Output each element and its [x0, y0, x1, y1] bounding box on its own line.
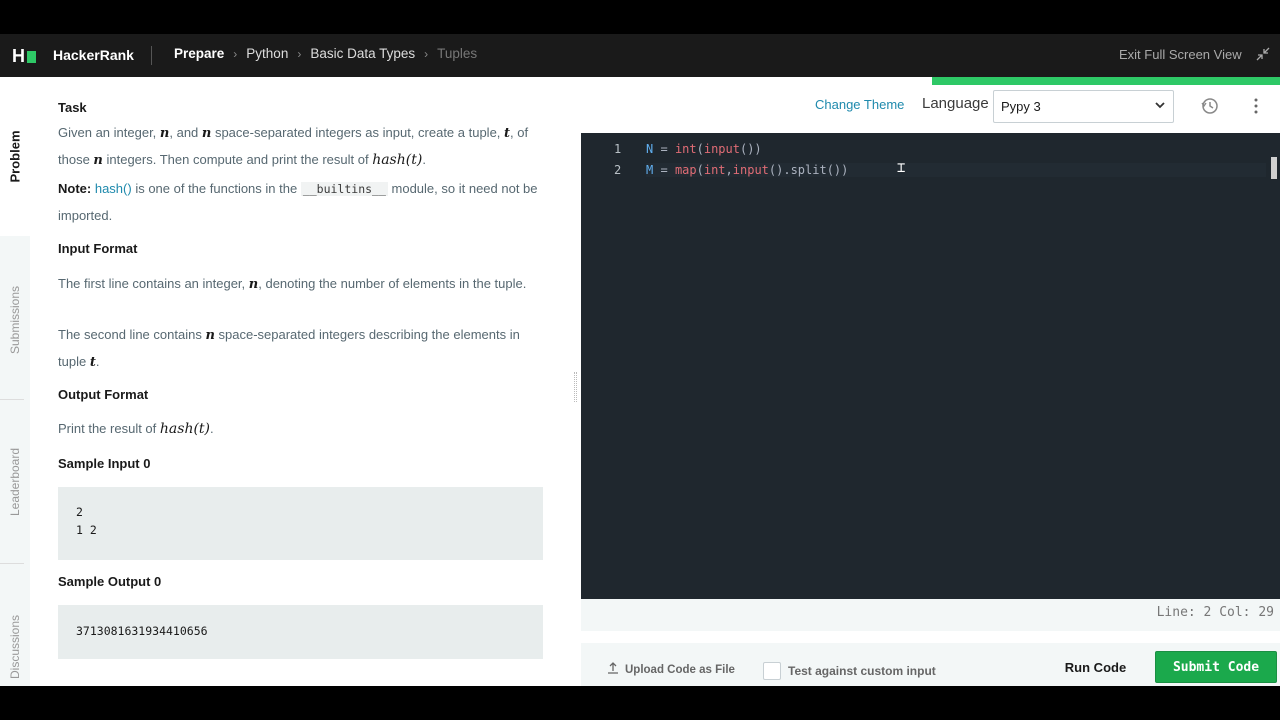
chevron-down-icon [1155, 101, 1165, 112]
task-text: integers. Then compute and print the res… [102, 151, 373, 167]
language-label: Language [922, 95, 989, 112]
change-theme-link[interactable]: Change Theme [815, 97, 904, 112]
top-nav-bar: H HackerRank Prepare › Python › Basic Da… [0, 34, 1280, 77]
sample-output-line: 3713081631934410656 [76, 624, 208, 638]
breadcrumb-current: Tuples [437, 46, 478, 61]
math-var: n [159, 126, 170, 141]
rail-divider [0, 563, 24, 564]
upload-label: Upload Code as File [625, 663, 735, 676]
input-text: , denoting the number of elements in the… [258, 276, 527, 291]
logo-green-block [27, 50, 36, 63]
input-text: The first line contains an integer, [58, 276, 249, 291]
line-number: 1 [614, 142, 622, 156]
upload-icon [607, 662, 619, 677]
note-label: Note: [58, 181, 92, 196]
text-cursor-icon: ⌶ [897, 160, 906, 176]
output-text: Print the result of [58, 421, 160, 436]
tab-discussions-label: Discussions [8, 614, 22, 680]
chevron-right-icon: › [297, 46, 302, 61]
drag-dots-icon [574, 372, 577, 402]
tab-discussions[interactable]: Discussions [0, 587, 30, 686]
math-var: n [201, 126, 212, 141]
math-var: n [248, 277, 259, 292]
custom-input-checkbox[interactable] [763, 662, 781, 680]
note-paragraph: Note: hash() is one of the functions in … [58, 176, 543, 228]
sample-output-heading: Sample Output 0 [58, 574, 162, 589]
tab-leaderboard-label: Leaderboard [8, 447, 22, 517]
tab-problem-label: Problem [7, 130, 23, 183]
more-vertical-icon[interactable] [1250, 96, 1262, 116]
collapse-icon[interactable] [1256, 46, 1270, 62]
panel-resize-handle[interactable] [570, 77, 581, 686]
tab-problem[interactable]: Problem [0, 77, 30, 236]
sample-input-heading: Sample Input 0 [58, 456, 151, 471]
upload-code-button[interactable]: Upload Code as File [607, 662, 735, 677]
editor-status-bar: Line: 2 Col: 29 [581, 599, 1280, 631]
task-text: Given an integer, [58, 125, 160, 140]
task-text: . [422, 151, 426, 167]
problem-statement-panel: Task Given an integer, n, and n space-se… [30, 77, 581, 686]
brand-name[interactable]: HackerRank [53, 47, 134, 63]
output-text: . [210, 421, 214, 436]
input-format-heading: Input Format [58, 241, 138, 256]
sample-input-line: 1 2 [76, 523, 97, 537]
tab-leaderboard[interactable]: Leaderboard [0, 422, 30, 542]
breadcrumb: Prepare › Python › Basic Data Types › Tu… [174, 46, 477, 61]
hash-link[interactable]: hash() [95, 181, 132, 196]
output-format-text: Print the result of hash(t). [58, 416, 543, 443]
chevron-right-icon: › [424, 46, 429, 61]
breadcrumb-prepare[interactable]: Prepare [174, 46, 224, 61]
breadcrumb-basic-data-types[interactable]: Basic Data Types [310, 46, 415, 61]
input-text: . [95, 353, 100, 369]
progress-bar [932, 77, 1280, 85]
logo-letter: H [12, 46, 25, 66]
hackerrank-logo[interactable]: H [12, 46, 36, 67]
cursor-position: Line: 2 Col: 29 [1156, 605, 1274, 620]
inline-code: __builtins__ [300, 182, 388, 196]
run-code-button[interactable]: Run Code [1051, 651, 1140, 683]
editor-scrollbar[interactable] [1271, 157, 1277, 179]
sample-input-line: 2 [76, 505, 83, 519]
tab-submissions-label: Submissions [8, 285, 22, 355]
sample-input-box: 2 1 2 [58, 487, 543, 560]
output-format-heading: Output Format [58, 387, 149, 402]
task-heading: Task [58, 100, 87, 115]
math-var: n [205, 328, 215, 343]
code-editor[interactable]: 1 2 N = int(input()) M = map(int,input()… [581, 133, 1280, 599]
task-paragraph: Given an integer, n, and n space-separat… [58, 120, 543, 173]
language-selected-value: Pypy 3 [1001, 99, 1041, 114]
left-tab-rail: Problem Submissions Leaderboard Discussi… [0, 77, 30, 686]
sample-output-box: 3713081631934410656 [58, 605, 543, 659]
language-select[interactable]: Pypy 3 [993, 90, 1174, 123]
task-text: , and [169, 125, 202, 140]
tab-submissions[interactable]: Submissions [0, 260, 30, 380]
math-expr: hash(t) [159, 421, 211, 437]
app-frame: H HackerRank Prepare › Python › Basic Da… [0, 34, 1280, 686]
code-line-2: M = map(int,input().split()) [646, 163, 1266, 177]
note-text: is one of the functions in the [131, 181, 301, 196]
math-expr: hash(t) [372, 151, 423, 168]
input-format-line-2: The second line contains n space-separat… [58, 322, 543, 375]
input-text: The second line contains [58, 327, 206, 342]
rail-divider [0, 399, 24, 400]
task-text: space-separated integers as input, creat… [211, 125, 505, 140]
breadcrumb-python[interactable]: Python [246, 46, 288, 61]
history-icon[interactable] [1201, 97, 1219, 115]
submit-code-button[interactable]: Submit Code [1155, 651, 1277, 683]
line-number: 2 [614, 163, 622, 177]
exit-fullscreen-link[interactable]: Exit Full Screen View [1119, 47, 1242, 62]
input-format-line-1: The first line contains an integer, n, d… [58, 271, 543, 298]
custom-input-label[interactable]: Test against custom input [788, 664, 936, 678]
header-divider [151, 46, 152, 65]
chevron-right-icon: › [233, 46, 238, 61]
math-var: n [93, 152, 103, 168]
code-line-1: N = int(input()) [646, 142, 762, 156]
